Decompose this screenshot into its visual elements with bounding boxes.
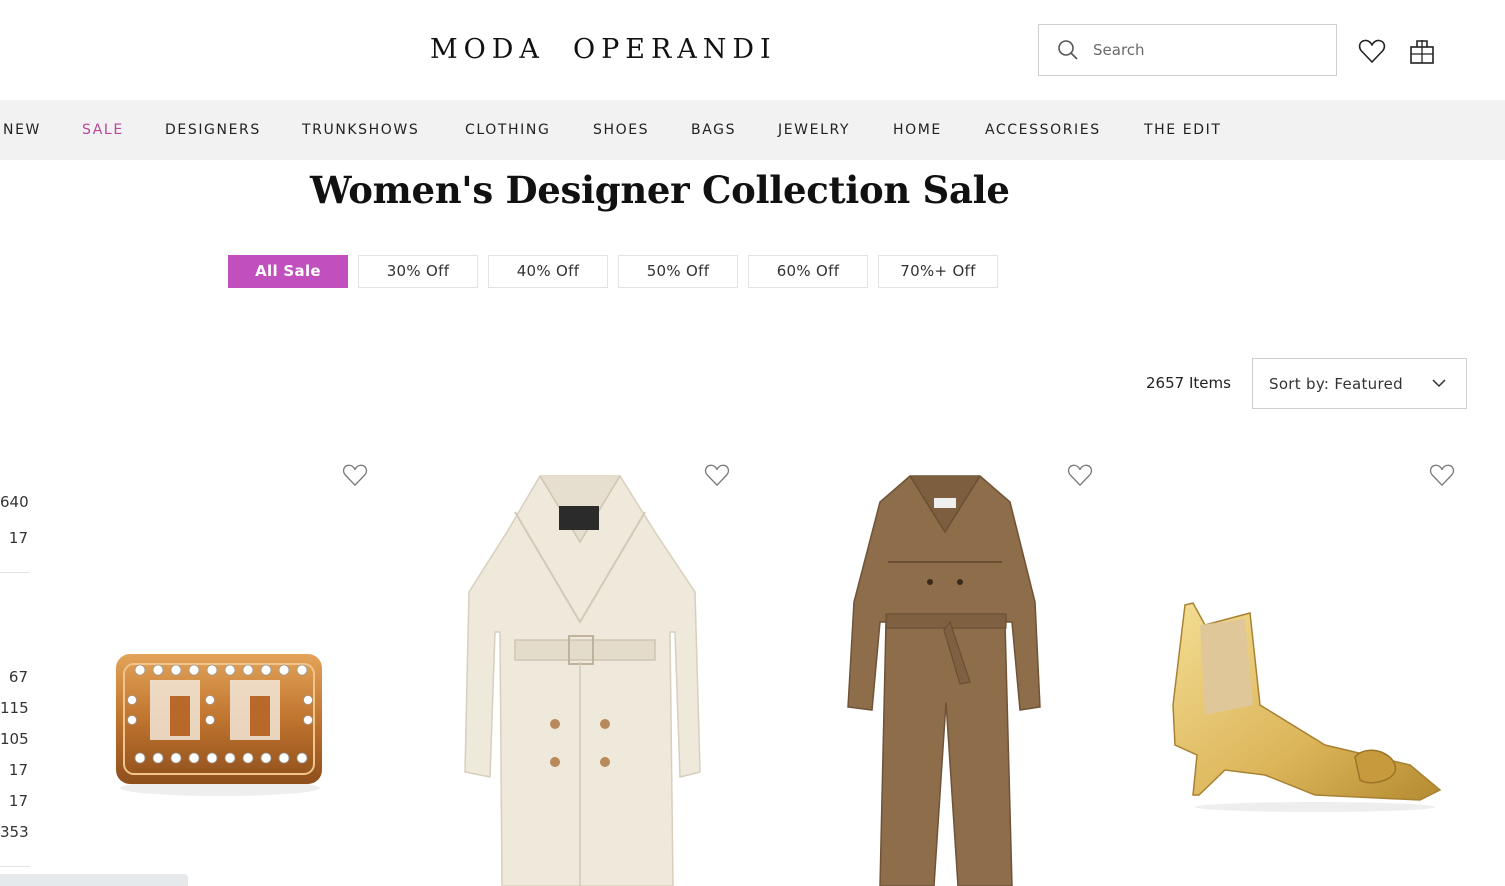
filter-divider (0, 572, 30, 573)
product-image-gold-boot[interactable] (1165, 595, 1450, 815)
tab-30-off[interactable]: 30% Off (358, 255, 478, 288)
tab-all-sale[interactable]: All Sale (228, 255, 348, 288)
item-count: 2657 Items (1146, 374, 1231, 392)
ring-product-illustration (116, 654, 322, 796)
filter-count[interactable]: 353 (0, 823, 29, 841)
wishlist-button[interactable] (1357, 36, 1387, 66)
sort-dropdown[interactable]: Sort by: Featured (1252, 358, 1467, 409)
gold-boot-illustration (1172, 602, 1442, 812)
product-wishlist-button[interactable] (704, 462, 730, 488)
heart-icon (1067, 464, 1093, 486)
filter-count[interactable]: 115 (0, 699, 29, 717)
product-wishlist-button[interactable] (342, 462, 368, 488)
heart-icon (342, 464, 368, 486)
nav-item-bags[interactable]: BAGS (691, 100, 736, 160)
sort-label: Sort by: Featured (1269, 375, 1403, 393)
product-image-jumpsuit[interactable] (840, 472, 1050, 886)
shopping-bag-button[interactable] (1407, 36, 1437, 66)
filter-count[interactable]: 17 (0, 792, 28, 810)
nav-item-designers[interactable]: DESIGNERS (165, 100, 261, 160)
shopping-bag-icon (1410, 40, 1434, 64)
filter-count[interactable]: 17 (0, 761, 28, 779)
tab-70-plus-off[interactable]: 70%+ Off (878, 255, 998, 288)
filter-count[interactable]: 105 (0, 730, 29, 748)
heart-icon (1358, 39, 1386, 63)
trench-coat-illustration (464, 475, 701, 886)
tab-40-off[interactable]: 40% Off (488, 255, 608, 288)
product-wishlist-button[interactable] (1429, 462, 1455, 488)
filter-apply-bar[interactable] (0, 874, 188, 886)
nav-item-accessories[interactable]: ACCESSORIES (985, 100, 1101, 160)
nav-item-trunkshows[interactable]: TRUNKSHOWS (302, 100, 419, 160)
nav-item-new[interactable]: NEW (3, 100, 41, 160)
tab-50-off[interactable]: 50% Off (618, 255, 738, 288)
nav-item-home[interactable]: HOME (893, 100, 942, 160)
product-image-ring[interactable] (110, 640, 330, 800)
nav-item-shoes[interactable]: SHOES (593, 100, 649, 160)
tab-60-off[interactable]: 60% Off (748, 255, 868, 288)
logo-word-moda: MODA (430, 34, 545, 65)
jumpsuit-illustration (847, 475, 1041, 886)
filter-count[interactable]: 17 (0, 529, 28, 547)
search-box[interactable] (1038, 24, 1337, 76)
filter-count[interactable]: 67 (0, 668, 28, 686)
main-nav: NEW SALE DESIGNERS TRUNKSHOWS CLOTHING S… (0, 100, 1505, 160)
heart-icon (704, 464, 730, 486)
product-image-trench-coat[interactable] (455, 472, 705, 886)
nav-item-sale[interactable]: SALE (82, 100, 124, 160)
product-wishlist-button[interactable] (1067, 462, 1093, 488)
search-icon (1058, 40, 1078, 60)
page-title: Women's Designer Collection Sale (310, 168, 1010, 212)
heart-icon (1429, 464, 1455, 486)
logo-word-operandi: OPERANDI (572, 34, 777, 65)
nav-item-clothing[interactable]: CLOTHING (465, 100, 550, 160)
site-logo[interactable]: MODA OPERANDI (430, 34, 805, 65)
filter-count[interactable]: 640 (0, 493, 29, 511)
search-input[interactable] (1093, 41, 1293, 59)
filter-divider (0, 866, 30, 867)
chevron-down-icon (1432, 379, 1446, 388)
nav-item-the-edit[interactable]: THE EDIT (1144, 100, 1221, 160)
nav-item-jewelry[interactable]: JEWELRY (778, 100, 850, 160)
